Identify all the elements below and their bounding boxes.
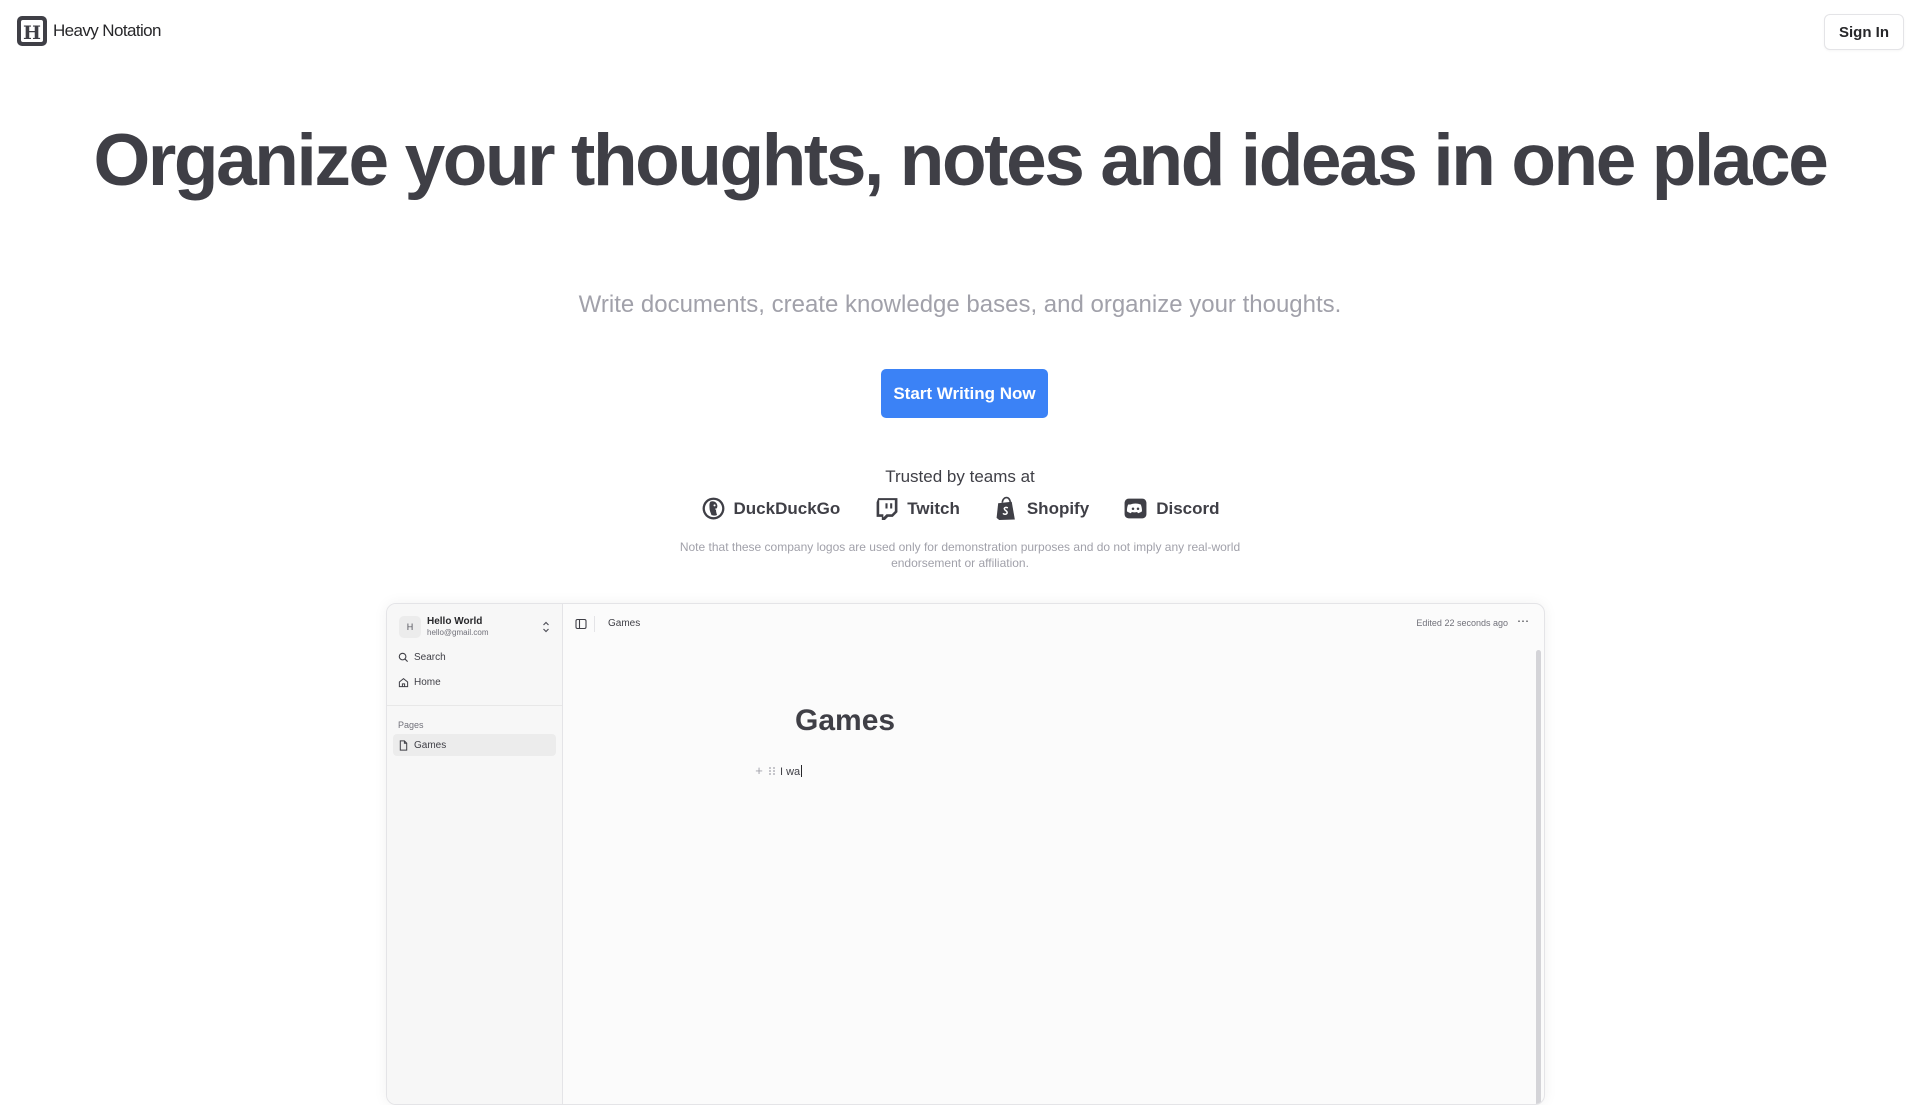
preview-editor: Games Edited 22 seconds ago ⋯ Games + I … (563, 604, 1544, 1104)
sidebar-divider (387, 705, 562, 706)
drag-handle-icon[interactable] (768, 766, 776, 776)
company-shopify: Shopify (994, 496, 1089, 521)
brand-name: Heavy Notation (53, 21, 161, 40)
sidebar-item-label: Search (414, 651, 446, 663)
hero-title: Organize your thoughts, notes and ideas … (93, 120, 1829, 201)
pages-heading: Pages (398, 720, 424, 730)
brand[interactable]: H Heavy Notation (16, 15, 161, 47)
sidebar-item-search[interactable]: Search (393, 646, 556, 668)
more-options-icon[interactable]: ⋯ (1516, 615, 1530, 630)
file-icon (399, 739, 408, 751)
account-switcher[interactable]: H Hello World hello@gmail.com (399, 612, 551, 642)
home-icon (398, 677, 409, 687)
sidebar-item-label: Games (414, 739, 447, 751)
editor-block[interactable]: + I wa (753, 764, 803, 778)
company-duckduckgo: DuckDuckGo (701, 496, 841, 521)
breadcrumb[interactable]: Games (608, 618, 640, 629)
search-icon (398, 652, 409, 662)
hero-subtitle: Write documents, create knowledge bases,… (578, 291, 1342, 318)
app-preview: H Hello World hello@gmail.com Search Hom… (386, 603, 1545, 1105)
block-text-content: I wa (780, 765, 801, 778)
chevron-up-down-icon (543, 621, 549, 633)
add-block-icon[interactable]: + (753, 764, 765, 777)
preview-sidebar: H Hello World hello@gmail.com Search Hom… (387, 604, 563, 1104)
sidebar-toggle-icon[interactable] (575, 618, 587, 630)
discord-icon (1124, 498, 1147, 519)
company-name: DuckDuckGo (733, 498, 841, 518)
sidebar-item-home[interactable]: Home (393, 671, 556, 693)
text-caret (801, 764, 803, 777)
twitch-icon (876, 498, 898, 520)
company-name: Discord (1156, 498, 1220, 518)
company-name: Twitch (907, 498, 960, 518)
company-twitch: Twitch (874, 496, 960, 521)
scrollbar[interactable] (1536, 650, 1541, 1104)
start-writing-button[interactable]: Start Writing Now (881, 369, 1048, 418)
avatar: H (399, 616, 421, 638)
brand-logo-icon: H (17, 16, 47, 46)
account-email: hello@gmail.com (427, 628, 489, 637)
sidebar-item-label: Home (414, 676, 441, 688)
duckduckgo-icon (702, 497, 724, 520)
svg-text:H: H (23, 22, 41, 44)
company-discord: Discord (1123, 496, 1219, 521)
top-nav: H Heavy Notation Sign In (0, 0, 1920, 64)
edited-status: Edited 22 seconds ago (1416, 618, 1508, 628)
sidebar-item-page[interactable]: Games (393, 734, 556, 756)
company-name: Shopify (1026, 498, 1090, 518)
block-text[interactable]: I wa (780, 764, 803, 778)
trusted-heading: Trusted by teams at (885, 467, 1035, 486)
shopify-icon (996, 496, 1015, 520)
sign-in-button[interactable]: Sign In (1824, 14, 1904, 50)
logos-disclaimer: Note that these company logos are used o… (679, 540, 1241, 570)
toolbar-divider (594, 616, 595, 632)
company-logos: DuckDuckGo Twitch Shopify Discord (0, 496, 1920, 521)
account-name: Hello World (427, 616, 483, 627)
document-title[interactable]: Games (795, 704, 895, 738)
